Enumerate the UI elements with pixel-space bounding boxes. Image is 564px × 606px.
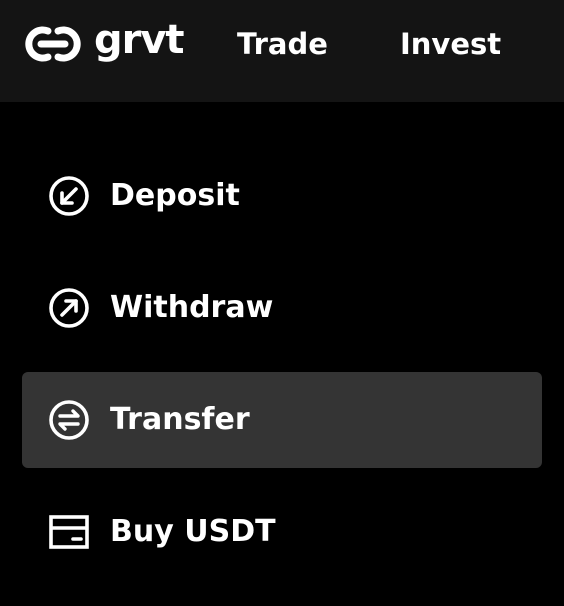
arrow-down-left-circle-icon [49,176,89,216]
nav-invest[interactable]: Invest [400,22,501,66]
menu-item-deposit[interactable]: Deposit [22,148,542,244]
menu-item-withdraw[interactable]: Withdraw [22,260,542,356]
menu-item-label: Buy USDT [110,514,276,549]
top-nav-bar: grvt Trade Invest [0,0,564,102]
transfer-arrows-circle-icon [49,400,89,440]
menu-item-label: Withdraw [110,290,274,325]
menu-item-label: Deposit [110,178,240,213]
menu-item-label: Transfer [110,402,250,437]
card-icon [49,515,89,549]
nav-trade[interactable]: Trade [237,22,328,66]
menu-item-transfer[interactable]: Transfer [22,372,542,468]
grvt-logo[interactable]: grvt [22,18,185,66]
brand-wordmark: grvt [94,17,185,63]
wallet-action-menu: Deposit Withdraw Transfer Buy USDT [22,148,542,596]
grvt-logo-mark-icon [25,26,81,62]
menu-item-buy-usdt[interactable]: Buy USDT [22,484,542,580]
arrow-up-right-circle-icon [49,288,89,328]
